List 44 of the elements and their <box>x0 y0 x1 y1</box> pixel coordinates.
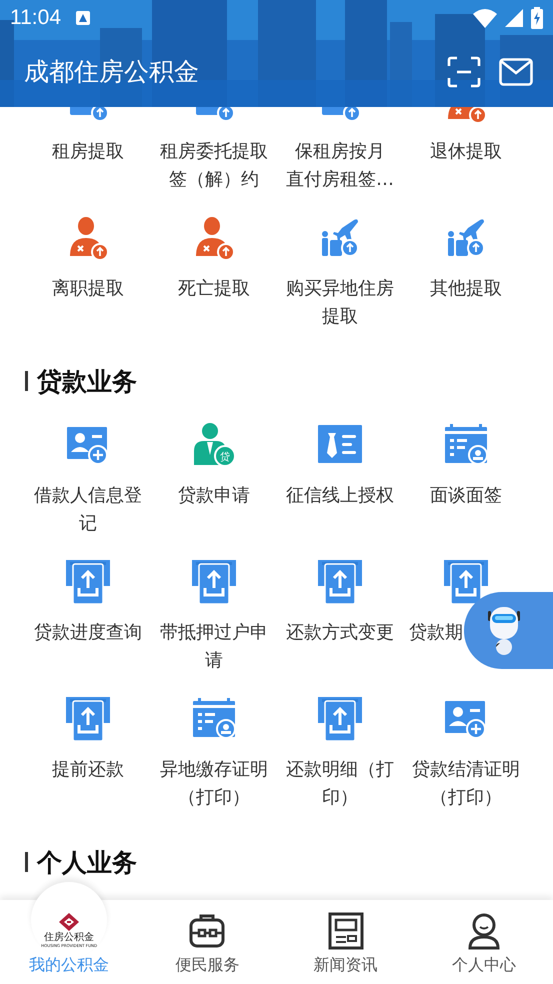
newspaper-icon <box>326 912 365 950</box>
service-label[interactable]: 租房委托提取签（解）约 <box>157 138 271 194</box>
tab[interactable]: 新闻资讯 <box>276 900 415 984</box>
logo-text: 住房公积金 <box>44 932 94 943</box>
service-label[interactable]: 死亡提取 <box>178 275 250 303</box>
assistant-button[interactable] <box>464 592 553 669</box>
service-label[interactable]: 带抵押过户申请 <box>157 619 271 675</box>
service-label[interactable]: 还款方式变更 <box>286 619 394 647</box>
tab[interactable]: 个人中心 <box>414 900 553 984</box>
service-label[interactable]: 离职提取 <box>52 275 124 303</box>
service-label[interactable]: 退休提取 <box>430 138 502 166</box>
upload-icon[interactable] <box>442 558 490 606</box>
service-label[interactable]: 征信线上授权 <box>286 482 394 510</box>
service-label[interactable]: 其他提取 <box>430 275 502 303</box>
service-label[interactable]: 异地缴存证明（打印） <box>157 756 271 812</box>
scan-icon[interactable] <box>447 56 481 88</box>
upload-icon[interactable] <box>64 695 112 743</box>
service-label[interactable]: 借款人信息登记 <box>31 482 145 538</box>
service-label[interactable]: 面谈面签 <box>430 482 502 510</box>
service-label[interactable]: 贷款结清证明（打印） <box>409 756 523 812</box>
service-label[interactable]: 直付房租签… <box>286 166 394 194</box>
battery-icon <box>531 7 543 29</box>
service-label[interactable]: 保租房按月 <box>295 138 385 166</box>
notification-icon <box>75 10 91 26</box>
service-label[interactable]: 提前还款 <box>52 756 124 784</box>
mail-icon[interactable] <box>499 58 533 86</box>
service-label[interactable]: 还款明细（打印） <box>283 756 397 812</box>
service-label[interactable]: 租房提取 <box>52 138 124 166</box>
upload-icon[interactable] <box>64 558 112 606</box>
service-label[interactable]: 贷款期 <box>409 619 463 647</box>
upload-icon[interactable] <box>316 695 364 743</box>
wifi-icon <box>473 8 497 28</box>
upload-icon[interactable] <box>316 558 364 606</box>
upload-icon[interactable] <box>190 558 238 606</box>
tab[interactable]: 便民服务 <box>138 900 276 984</box>
app-title: 成都住房公积金 <box>24 56 199 88</box>
signal-icon <box>505 9 523 27</box>
service-label[interactable]: 购买异地住房提取 <box>283 275 397 331</box>
section-title: 贷款业务 <box>37 366 137 398</box>
section-title: 个人业务 <box>37 846 137 878</box>
service-label[interactable]: 贷款申请 <box>178 482 250 510</box>
briefcase-icon <box>188 912 226 950</box>
status-time: 11:04 <box>10 6 61 30</box>
service-label[interactable]: 贷款进度查询 <box>34 619 142 647</box>
